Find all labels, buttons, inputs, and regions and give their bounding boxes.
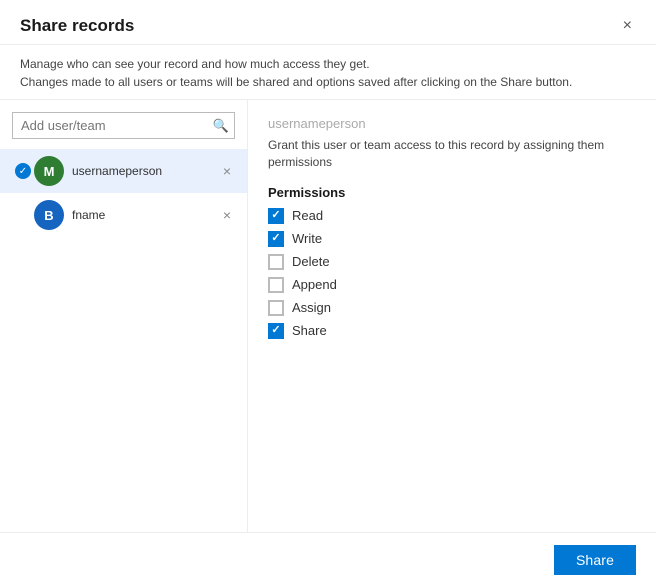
avatar-initial: B	[44, 208, 53, 223]
avatar: B	[34, 200, 64, 230]
permission-checkbox[interactable]	[268, 277, 284, 293]
permission-name: Write	[292, 231, 322, 246]
share-button[interactable]: Share	[554, 545, 636, 575]
permission-checkbox[interactable]	[268, 323, 284, 339]
permission-item: Write	[268, 231, 636, 247]
dialog-body: 🔍 ✓ M usernameperson ×	[0, 100, 656, 532]
check-area: ✓	[12, 163, 34, 179]
user-list: ✓ M usernameperson × B fname ×	[0, 149, 247, 532]
desc-line1: Manage who can see your record and how m…	[20, 55, 636, 73]
remove-user-button[interactable]: ×	[219, 206, 235, 224]
permission-item: Delete	[268, 254, 636, 270]
permission-checkbox[interactable]	[268, 254, 284, 270]
permission-item: Assign	[268, 300, 636, 316]
close-button[interactable]: ×	[619, 16, 636, 36]
permission-checkbox[interactable]	[268, 300, 284, 316]
permission-checkbox[interactable]	[268, 231, 284, 247]
permission-name: Append	[292, 277, 337, 292]
permission-item: Append	[268, 277, 636, 293]
dialog-footer: Share	[0, 532, 656, 587]
user-name: usernameperson	[72, 164, 219, 178]
permission-checkbox[interactable]	[268, 208, 284, 224]
dialog-header: Share records ×	[0, 0, 656, 45]
permission-item: Share	[268, 323, 636, 339]
right-panel: usernameperson Grant this user or team a…	[248, 100, 656, 532]
list-item[interactable]: ✓ M usernameperson ×	[0, 149, 247, 193]
user-name: fname	[72, 208, 219, 222]
search-input[interactable]	[12, 112, 235, 139]
search-icon-button[interactable]: 🔍	[213, 118, 229, 134]
left-panel: 🔍 ✓ M usernameperson ×	[0, 100, 248, 532]
selected-user-display: usernameperson	[268, 116, 636, 131]
avatar-initial: M	[44, 164, 55, 179]
search-icon: 🔍	[213, 118, 229, 133]
desc-line2: Changes made to all users or teams will …	[20, 73, 636, 91]
grant-text: Grant this user or team access to this r…	[268, 137, 636, 171]
permission-name: Assign	[292, 300, 331, 315]
dialog-description: Manage who can see your record and how m…	[0, 45, 656, 100]
share-records-dialog: Share records × Manage who can see your …	[0, 0, 656, 587]
permissions-list: Read Write Delete Append Assign Share	[268, 208, 636, 339]
search-container: 🔍	[12, 112, 235, 139]
permission-name: Delete	[292, 254, 330, 269]
list-item[interactable]: B fname ×	[0, 193, 247, 237]
selected-check-icon: ✓	[15, 163, 31, 179]
remove-user-button[interactable]: ×	[219, 162, 235, 180]
permission-item: Read	[268, 208, 636, 224]
permissions-label: Permissions	[268, 185, 636, 200]
dialog-title: Share records	[20, 16, 134, 36]
avatar: M	[34, 156, 64, 186]
permission-name: Share	[292, 323, 327, 338]
permission-name: Read	[292, 208, 323, 223]
